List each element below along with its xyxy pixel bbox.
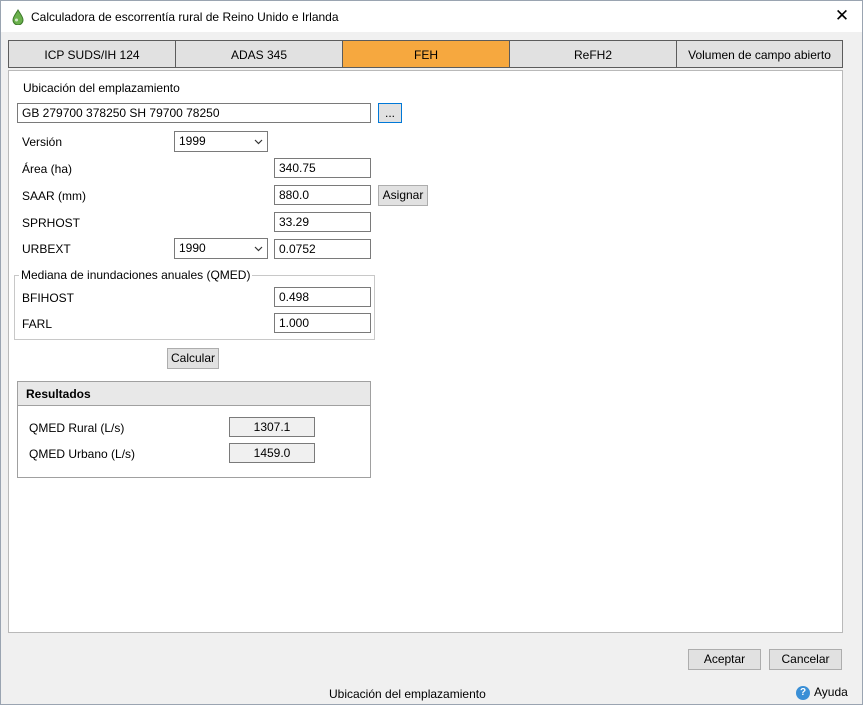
ok-button[interactable]: Aceptar [688, 649, 761, 670]
farl-input[interactable]: 1.000 [274, 313, 371, 333]
results-title: Resultados [18, 382, 370, 406]
urbext-year-value: 1990 [179, 241, 206, 255]
feh-panel [8, 70, 843, 633]
results-panel: Resultados QMED Rural (L/s) 1307.1 QMED … [17, 381, 371, 478]
qmed-urban-value: 1459.0 [229, 443, 315, 463]
tab-adas-345[interactable]: ADAS 345 [175, 40, 343, 68]
site-location-input[interactable]: GB 279700 378250 SH 79700 78250 [17, 103, 371, 123]
close-icon[interactable]: ✕ [827, 5, 857, 27]
sprhost-label: SPRHOST [22, 216, 81, 230]
urbext-label: URBEXT [22, 242, 71, 256]
sprhost-input[interactable]: 33.29 [274, 212, 371, 232]
help-link[interactable]: ? Ayuda [796, 685, 848, 700]
browse-location-button[interactable]: ... [378, 103, 402, 123]
tab-strip: ICP SUDS/IH 124 ADAS 345 FEH ReFH2 Volum… [8, 40, 843, 70]
version-select-value: 1999 [179, 134, 206, 148]
saar-input[interactable]: 880.0 [274, 185, 371, 205]
version-label: Versión [22, 135, 63, 149]
bfihost-input[interactable]: 0.498 [274, 287, 371, 307]
qmed-urban-label: QMED Urbano (L/s) [29, 447, 136, 461]
cancel-button[interactable]: Cancelar [769, 649, 842, 670]
version-select[interactable]: 1999 [174, 131, 268, 152]
qmed-rural-value: 1307.1 [229, 417, 315, 437]
assign-button[interactable]: Asignar [378, 185, 428, 206]
qmed-rural-label: QMED Rural (L/s) [29, 421, 125, 435]
tab-refh2[interactable]: ReFH2 [509, 40, 677, 68]
calculate-button[interactable]: Calcular [167, 348, 219, 369]
urbext-input[interactable]: 0.0752 [274, 239, 371, 259]
status-text: Ubicación del emplazamiento [329, 687, 486, 701]
chevron-down-icon [254, 132, 263, 158]
site-location-label: Ubicación del emplazamiento [23, 81, 180, 95]
qmed-group-legend: Mediana de inundaciones anuales (QMED) [19, 268, 253, 282]
tab-feh[interactable]: FEH [342, 40, 510, 68]
app-drop-icon [11, 9, 25, 26]
help-label: Ayuda [814, 685, 848, 699]
area-input[interactable]: 340.75 [274, 158, 371, 178]
area-label: Área (ha) [22, 162, 73, 176]
dialog-window: Calculadora de escorrentía rural de Rein… [0, 0, 863, 705]
tab-open-field-volume[interactable]: Volumen de campo abierto [676, 40, 843, 68]
chevron-down-icon [254, 239, 263, 265]
urbext-year-select[interactable]: 1990 [174, 238, 268, 259]
bfihost-label: BFIHOST [22, 291, 75, 305]
window-title: Calculadora de escorrentía rural de Rein… [31, 10, 339, 24]
saar-label: SAAR (mm) [22, 189, 86, 203]
tab-icp-suds[interactable]: ICP SUDS/IH 124 [8, 40, 176, 68]
title-bar: Calculadora de escorrentía rural de Rein… [1, 1, 862, 32]
farl-label: FARL [22, 317, 53, 331]
help-icon: ? [796, 685, 810, 700]
